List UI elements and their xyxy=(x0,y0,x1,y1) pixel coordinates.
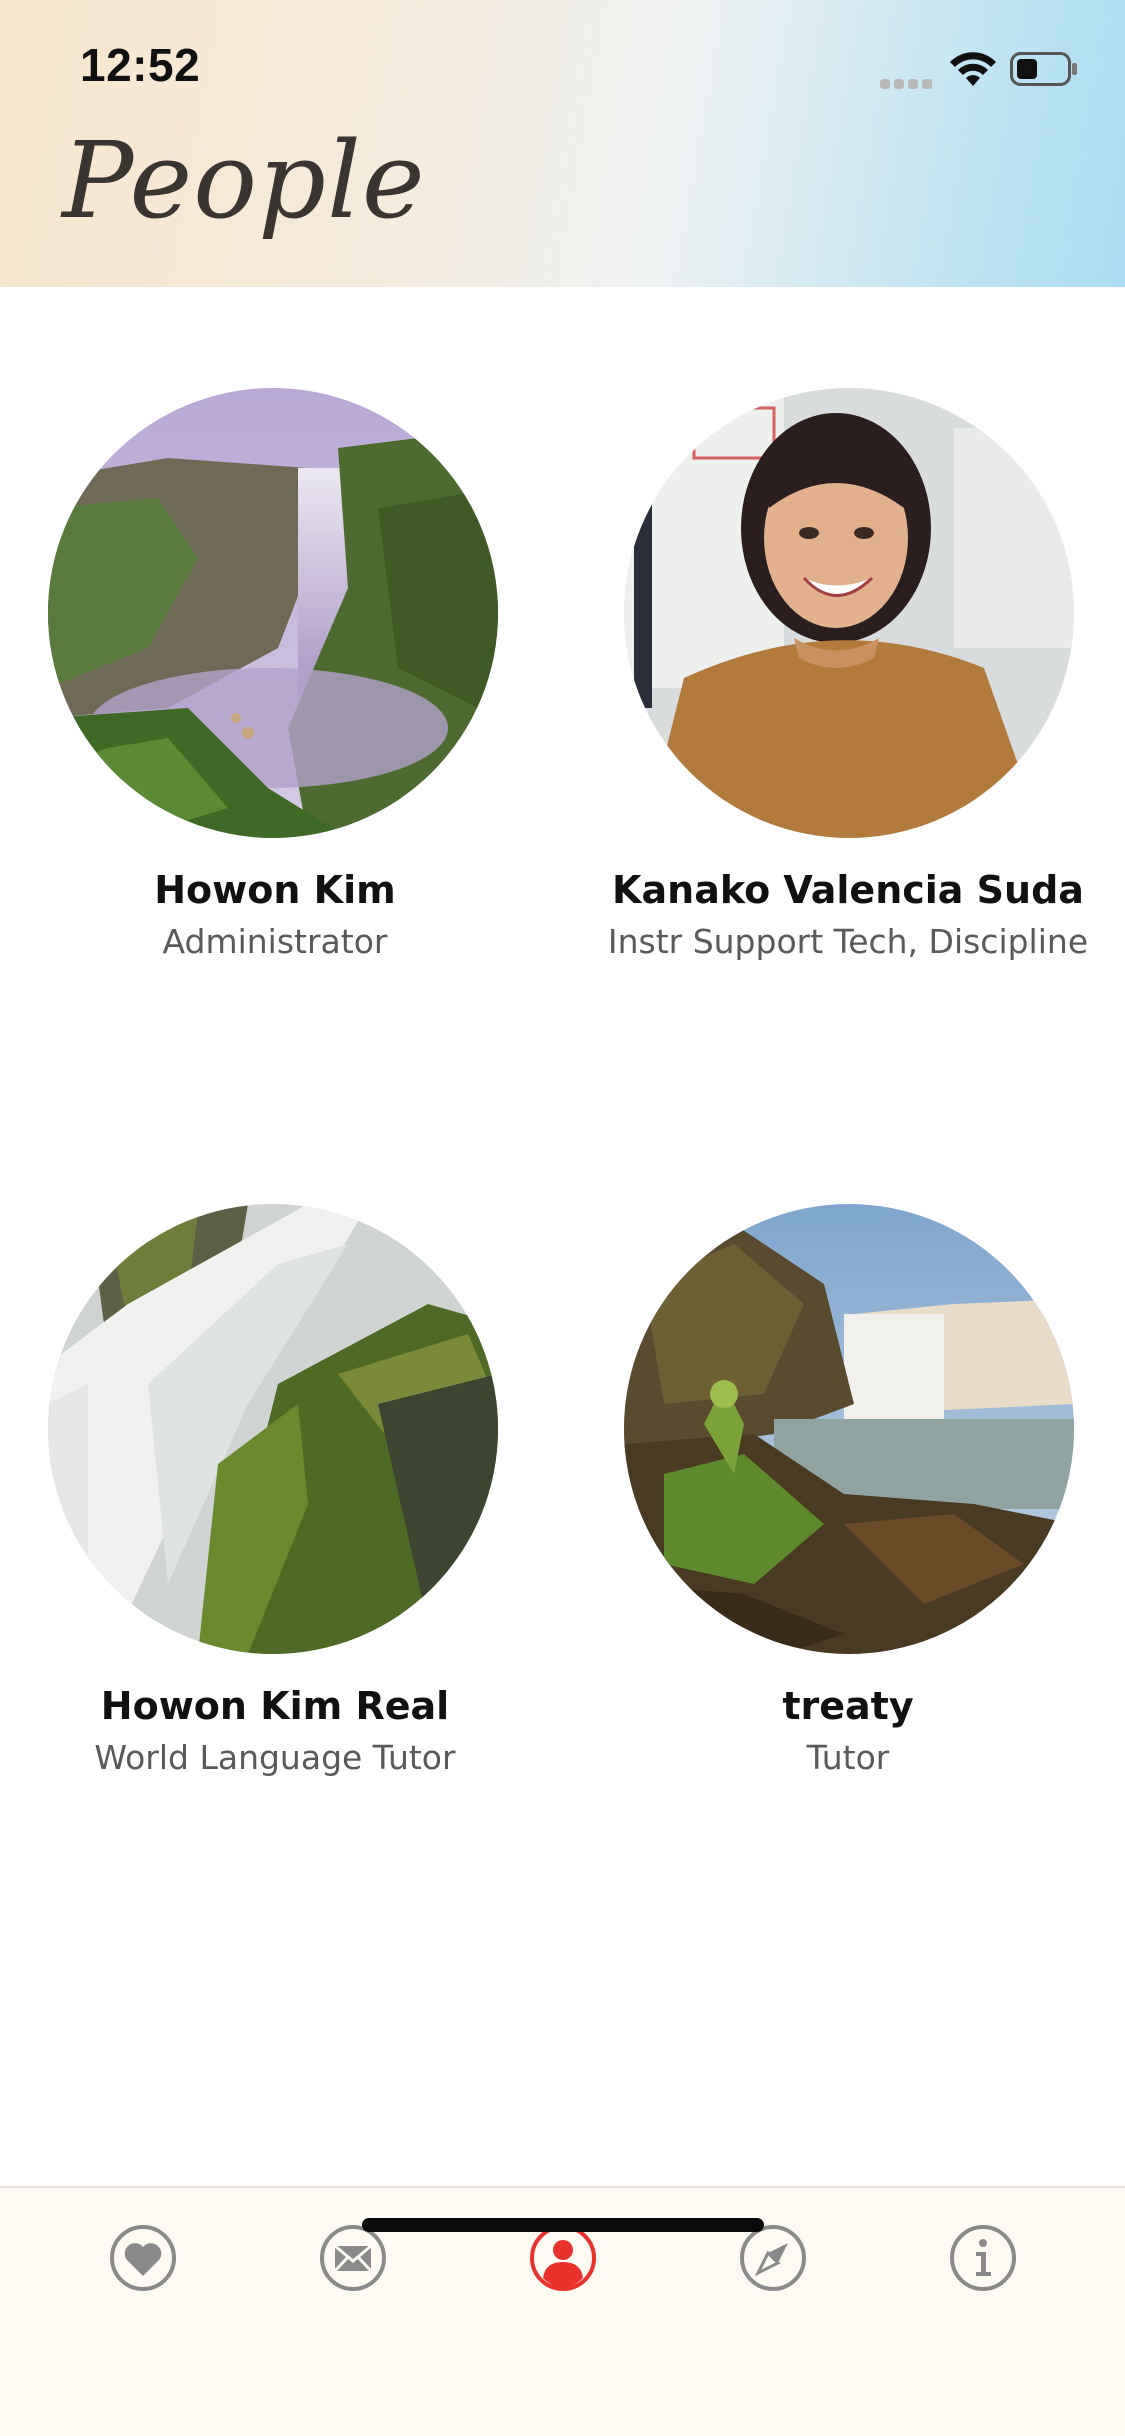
cascade-rocks-photo xyxy=(48,1204,498,1654)
battery-icon xyxy=(1010,52,1078,86)
home-indicator[interactable] xyxy=(362,2218,764,2232)
person-role: Instr Support Tech, Discipline xyxy=(607,922,1089,961)
person-name[interactable]: Howon Kim xyxy=(0,868,555,912)
person-role: Tutor xyxy=(806,1738,890,1777)
portrait-photo xyxy=(624,388,1074,838)
heart-icon xyxy=(110,2225,176,2291)
person-name[interactable]: Howon Kim Real xyxy=(0,1684,555,1728)
avatar-kanako-valencia-suda[interactable] xyxy=(624,388,1074,838)
person-role: Administrator xyxy=(162,922,388,961)
cellular-signal-icon xyxy=(880,74,936,89)
avatar-howon-kim-real[interactable] xyxy=(48,1204,498,1654)
status-time: 12:52 xyxy=(80,39,201,91)
tab-favorites[interactable] xyxy=(103,2218,183,2298)
person-role: World Language Tutor xyxy=(94,1738,456,1777)
waterfall-cliff-photo xyxy=(48,388,498,838)
avatar-treaty[interactable] xyxy=(624,1204,1074,1654)
avatar-howon-kim[interactable] xyxy=(48,388,498,838)
person-name[interactable]: Kanako Valencia Suda xyxy=(568,868,1125,912)
people-screen: 12:52 People Howon Kim Administrator Kan… xyxy=(0,0,1125,2436)
tab-info[interactable] xyxy=(943,2218,1023,2298)
wifi-icon xyxy=(948,50,998,88)
person-name[interactable]: treaty xyxy=(568,1684,1125,1728)
waterfall-shore-photo xyxy=(624,1204,1074,1654)
page-title: People xyxy=(62,119,426,242)
header: 12:52 People xyxy=(0,0,1125,287)
info-icon xyxy=(950,2225,1016,2291)
